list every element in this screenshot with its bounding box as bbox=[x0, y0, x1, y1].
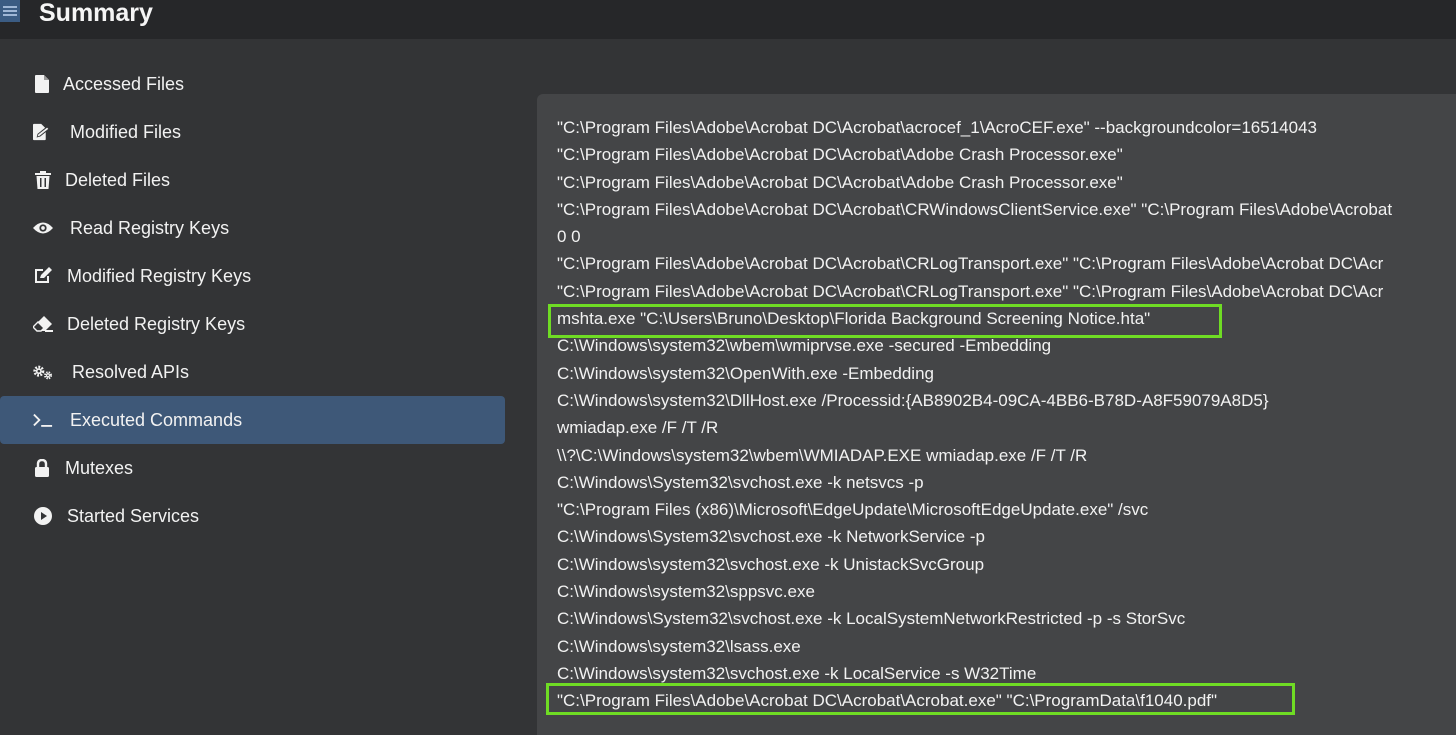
terminal-icon bbox=[33, 410, 53, 430]
hamburger-menu-icon[interactable] bbox=[0, 0, 20, 22]
executed-commands-panel: "C:\Program Files\Adobe\Acrobat DC\Acrob… bbox=[537, 94, 1456, 735]
command-line: wmiadap.exe /F /T /R bbox=[557, 418, 719, 438]
command-line: "C:\Program Files\Adobe\Acrobat DC\Acrob… bbox=[557, 118, 1317, 137]
command-line: C:\Windows\system32\OpenWith.exe -Embedd… bbox=[557, 363, 934, 383]
sidebar-item-label: Started Services bbox=[67, 505, 200, 526]
sidebar-item-label: Resolved APIs bbox=[72, 361, 190, 382]
command-line: C:\Windows\system32\DllHost.exe /Process… bbox=[557, 390, 1269, 410]
page-title: Summary bbox=[39, 0, 153, 27]
sidebar-item-modified-registry-keys[interactable]: Modified Registry Keys bbox=[0, 252, 505, 300]
command-line-highlighted: "C:\Program Files\Adobe\Acrobat DC\Acrob… bbox=[557, 691, 1218, 711]
command-line: "C:\Program Files (x86)\Microsoft\EdgeUp… bbox=[557, 500, 1149, 520]
sidebar-item-label: Deleted Registry Keys bbox=[67, 313, 246, 334]
sidebar-item-accessed-files[interactable]: Accessed Files bbox=[0, 60, 505, 108]
eye-icon bbox=[33, 218, 53, 238]
sidebar-item-read-registry-keys[interactable]: Read Registry Keys bbox=[0, 204, 505, 252]
command-line: C:\Windows\system32\lsass.exe bbox=[557, 636, 801, 656]
sidebar-item-deleted-files[interactable]: Deleted Files bbox=[0, 156, 505, 204]
trash-icon bbox=[33, 170, 53, 190]
sidebar-item-label: Deleted Files bbox=[65, 169, 171, 190]
command-line: "C:\Program Files\Adobe\Acrobat DC\Acrob… bbox=[557, 172, 1123, 192]
command-line: C:\Windows\system32\svchost.exe -k Unist… bbox=[557, 554, 985, 574]
sidebar-item-label: Executed Commands bbox=[70, 409, 243, 430]
sidebar: Accessed Files Modified Files Deleted Fi… bbox=[0, 60, 505, 540]
sidebar-item-label: Accessed Files bbox=[63, 73, 185, 94]
command-line: C:\Windows\System32\svchost.exe -k netsv… bbox=[557, 472, 924, 492]
command-line: C:\Windows\System32\svchost.exe -k Netwo… bbox=[557, 527, 985, 547]
command-line: C:\Windows\system32\wbem\wmiprvse.exe -s… bbox=[557, 336, 1052, 356]
cogs-icon bbox=[33, 362, 53, 382]
sidebar-item-started-services[interactable]: Started Services bbox=[0, 492, 505, 540]
lock-icon bbox=[32, 458, 52, 478]
command-line: C:\Windows\system32\svchost.exe -k Local… bbox=[557, 663, 1037, 683]
command-list: "C:\Program Files\Adobe\Acrobat DC\Acrob… bbox=[557, 114, 1392, 715]
command-line: C:\Windows\system32\sppsvc.exe bbox=[557, 582, 815, 602]
command-line: "C:\Program Files\Adobe\Acrobat DC\Acrob… bbox=[557, 281, 1384, 301]
sidebar-item-modified-files[interactable]: Modified Files bbox=[0, 108, 505, 156]
sidebar-item-label: Modified Registry Keys bbox=[67, 265, 252, 286]
file-icon bbox=[32, 74, 52, 94]
sidebar-item-label: Read Registry Keys bbox=[70, 217, 230, 238]
command-line: "C:\Program Files\Adobe\Acrobat DC\Acrob… bbox=[557, 145, 1123, 165]
file-edit-icon bbox=[33, 122, 53, 142]
top-bar: Summary bbox=[0, 0, 1456, 39]
command-line: \\?\C:\Windows\system32\wbem\WMIADAP.EXE… bbox=[557, 445, 1088, 465]
command-line-highlighted: mshta.exe "C:\Users\Bruno\Desktop\Florid… bbox=[557, 309, 1151, 329]
sidebar-item-executed-commands[interactable]: Executed Commands bbox=[0, 396, 505, 444]
pencil-square-icon bbox=[33, 266, 53, 286]
eraser-icon bbox=[33, 314, 53, 334]
command-line: C:\Windows\System32\svchost.exe -k Local… bbox=[557, 609, 1186, 629]
command-line: "C:\Program Files\Adobe\Acrobat DC\Acrob… bbox=[557, 254, 1384, 274]
command-line: 0 0 bbox=[557, 227, 581, 247]
command-line: "C:\Program Files\Adobe\Acrobat DC\Acrob… bbox=[557, 199, 1393, 219]
play-circle-icon bbox=[33, 506, 53, 526]
sidebar-item-resolved-apis[interactable]: Resolved APIs bbox=[0, 348, 505, 396]
sidebar-item-label: Modified Files bbox=[70, 121, 182, 142]
sidebar-item-deleted-registry-keys[interactable]: Deleted Registry Keys bbox=[0, 300, 505, 348]
sidebar-item-mutexes[interactable]: Mutexes bbox=[0, 444, 505, 492]
sidebar-item-label: Mutexes bbox=[65, 457, 134, 478]
